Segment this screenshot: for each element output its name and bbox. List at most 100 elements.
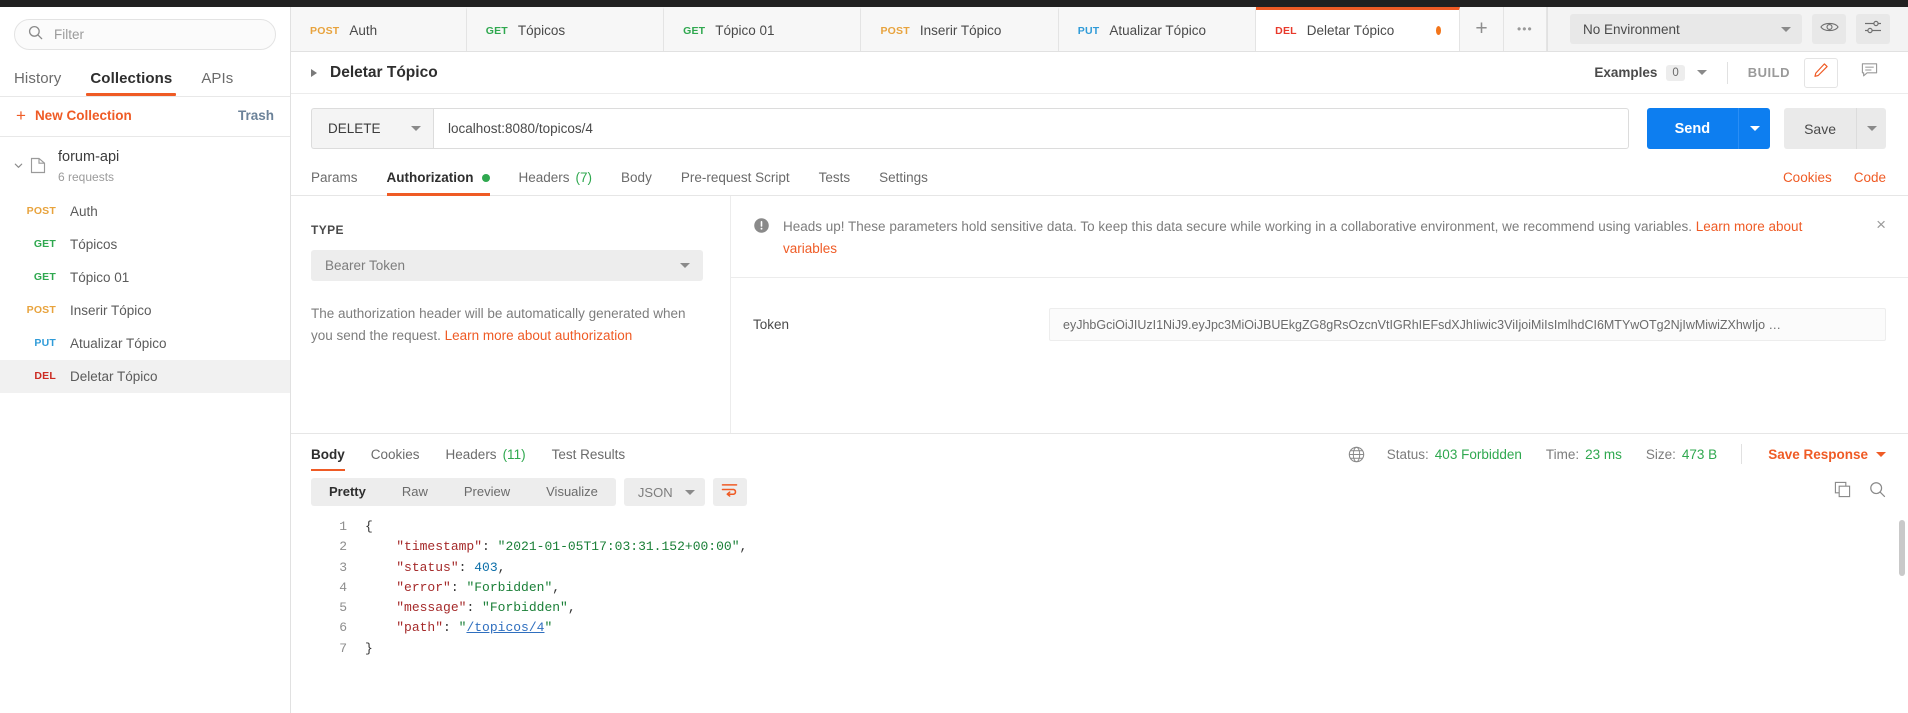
build-label[interactable]: BUILD [1748,65,1790,80]
new-collection-button[interactable]: + New Collection [16,107,132,124]
save-response-button[interactable]: Save Response [1768,447,1886,462]
tab-authorization[interactable]: Authorization [386,160,490,196]
search-body-button[interactable] [1869,481,1886,503]
comment-icon [1861,62,1878,83]
tab-body[interactable]: Body [621,160,652,196]
response-tab-test-results[interactable]: Test Results [552,434,626,474]
auth-help-link[interactable]: Learn more about authorization [445,328,633,343]
view-mode-visualize[interactable]: Visualize [528,478,616,506]
word-wrap-button[interactable] [712,478,747,506]
response-tab-headers[interactable]: Headers (11) [446,434,526,474]
code-link[interactable]: Code [1854,170,1886,185]
response-body-viewer[interactable]: 1{2 "timestamp": "2021-01-05T17:03:31.15… [291,510,1908,713]
code-token: " [544,620,553,636]
code-line: 4 "error": "Forbidden", [311,578,747,598]
tab-deletar-topico[interactable]: DEL Deletar Tópico [1256,7,1461,51]
auth-type-selector[interactable]: Bearer Token [311,250,703,281]
code-token: : [450,579,467,595]
list-item[interactable]: GET Tópicos [0,228,290,261]
comments-button[interactable] [1852,58,1886,88]
save-button[interactable]: Save [1784,108,1856,149]
response-view-modes: Pretty Raw Preview Visualize [311,478,616,506]
tab-inserir-topico[interactable]: POST Inserir Tópico [861,7,1059,51]
search-icon [28,25,43,45]
response-body-code: 1{2 "timestamp": "2021-01-05T17:03:31.15… [291,517,747,713]
environment-quick-look-button[interactable] [1812,14,1846,44]
tab-auth[interactable]: POST Auth [291,7,467,51]
tab-settings[interactable]: Settings [879,160,928,196]
code-line: 5 "message": "Forbidden", [311,598,747,618]
send-button[interactable]: Send [1646,108,1739,149]
copy-button[interactable] [1834,481,1851,503]
list-item-selected[interactable]: DEL Deletar Tópico [0,359,290,393]
list-item[interactable]: GET Tópico 01 [0,261,290,294]
send-group: Send [1646,108,1771,149]
list-item[interactable]: POST Auth [0,195,290,228]
new-tab-button[interactable]: + [1460,7,1504,51]
response-format-selector[interactable]: JSON [623,478,705,506]
list-item[interactable]: PUT Atualizar Tópico [0,327,290,360]
close-icon[interactable]: × [1876,216,1886,233]
tab-topico-01[interactable]: GET Tópico 01 [664,7,862,51]
sidebar-tab-collections[interactable]: Collections [86,70,177,96]
chevron-down-icon [1866,126,1877,131]
code-token[interactable]: /topicos/4 [466,620,544,635]
request-links: Cookies Code [1783,170,1886,185]
status-key: Status: [1386,446,1429,462]
code-token: "Forbidden" [482,600,568,616]
url-input[interactable] [433,108,1629,149]
request-method: POST [26,205,56,218]
environment-selector[interactable]: No Environment [1570,14,1802,44]
chevron-down-icon [411,126,421,131]
environment-controls: No Environment [1547,7,1908,51]
tab-label: Authorization [386,170,474,185]
search-input[interactable] [54,27,262,42]
filter-box[interactable] [14,19,276,50]
pencil-icon [1813,62,1829,83]
expand-triangle-icon[interactable] [311,68,317,77]
sidebar-tab-apis[interactable]: APIs [201,70,233,96]
tab-label: Deletar Tópico [1306,23,1395,38]
view-mode-pretty[interactable]: Pretty [311,478,384,506]
chevron-down-icon [684,489,695,495]
tab-label: Inserir Tópico [919,23,1002,38]
token-input[interactable]: eyJhbGciOiJIUzI1NiJ9.eyJpc3MiOiJBUEkgZG8… [1049,308,1886,342]
trash-button[interactable]: Trash [238,108,274,123]
examples-chevron-down-icon[interactable] [1696,70,1707,75]
auth-details-panel: Heads up! These parameters hold sensitiv… [731,196,1908,433]
edit-button[interactable] [1804,57,1838,88]
tab-headers[interactable]: Headers (7) [519,160,593,196]
tab-label: Body [621,170,652,185]
chevron-down-icon[interactable] [10,160,26,171]
code-line: 3 "status": 403, [311,558,747,578]
sidebar-tab-history[interactable]: History [14,70,61,96]
page-title: Deletar Tópico [330,63,438,81]
request-method: GET [33,238,56,251]
tab-pre-request-script[interactable]: Pre-request Script [681,160,790,196]
response-tab-body[interactable]: Body [311,434,345,474]
request-label: Tópico 01 [70,269,130,285]
cookies-link[interactable]: Cookies [1783,170,1832,185]
view-mode-preview[interactable]: Preview [446,478,528,506]
view-mode-raw[interactable]: Raw [384,478,446,506]
environment-settings-button[interactable] [1856,14,1890,44]
sidebar: History Collections APIs + New Collectio… [0,7,291,713]
request-tabstrip: POST Auth GET Tópicos GET Tópico 01 POST… [291,7,1908,52]
response-tab-cookies[interactable]: Cookies [371,434,420,474]
tab-atualizar-topico[interactable]: PUT Atualizar Tópico [1058,7,1257,51]
tab-params[interactable]: Params [311,160,358,196]
examples-label: Examples [1594,65,1658,80]
list-item[interactable]: POST Inserir Tópico [0,294,290,327]
more-tabs-button[interactable]: ••• [1503,7,1547,51]
send-options-button[interactable] [1738,108,1771,149]
response-scrollbar[interactable] [1899,520,1905,576]
save-options-button[interactable] [1856,108,1886,149]
collection-forum-api[interactable]: forum-api 6 requests [0,137,290,195]
tab-topicos[interactable]: GET Tópicos [466,7,665,51]
examples-count-badge: 0 [1666,64,1685,81]
http-method-selector[interactable]: DELETE [311,108,433,149]
request-label: Inserir Tópico [70,302,152,318]
collection-request-count: 6 requests [58,169,115,184]
new-collection-row: + New Collection Trash [0,97,290,136]
tab-tests[interactable]: Tests [819,160,851,196]
